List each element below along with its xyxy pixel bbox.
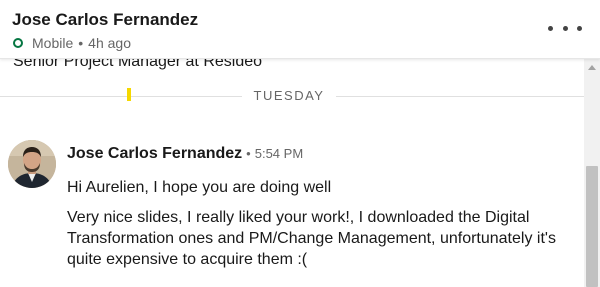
online-status-icon [13, 38, 23, 48]
scroll-up-arrow-icon[interactable] [588, 65, 596, 70]
dot-icon [562, 25, 568, 31]
day-label: TUESDAY [253, 88, 325, 103]
message-paragraph: Hi Aurelien, I hope you are doing well [67, 179, 332, 196]
message-body: Hi Aurelien, I hope you are doing well V… [67, 177, 577, 279]
status-separator: • [78, 35, 84, 51]
contact-name[interactable]: Jose Carlos Fernandez [12, 10, 198, 30]
dot-icon [577, 25, 582, 31]
message-list: Senior Project Manager at Resideo TUESDA… [0, 58, 584, 287]
message-separator: • [246, 146, 251, 161]
last-seen: 4h ago [88, 35, 131, 51]
scroll-thumb[interactable] [586, 166, 598, 287]
scrollbar[interactable] [584, 58, 600, 287]
divider-line [0, 96, 242, 97]
profile-headline: Senior Project Manager at Resideo [13, 58, 263, 70]
message-sender[interactable]: Jose Carlos Fernandez [67, 145, 242, 163]
more-options-icon[interactable] [548, 16, 582, 40]
dot-icon [548, 25, 553, 31]
divider-line [336, 96, 584, 97]
status-device: Mobile [32, 35, 74, 51]
day-divider: TUESDAY [0, 87, 584, 107]
avatar[interactable] [8, 140, 56, 188]
cursor-highlight [127, 88, 131, 101]
conversation-header: Jose Carlos Fernandez Mobile • 4h ago [0, 0, 600, 59]
message-time: 5:54 PM [254, 146, 304, 161]
presence-status: Mobile • 4h ago [12, 35, 131, 51]
message-paragraph: Very nice slides, I really liked your wo… [67, 209, 556, 268]
message-header: Jose Carlos Fernandez • 5:54 PM [67, 145, 303, 163]
profile-photo [8, 140, 56, 188]
